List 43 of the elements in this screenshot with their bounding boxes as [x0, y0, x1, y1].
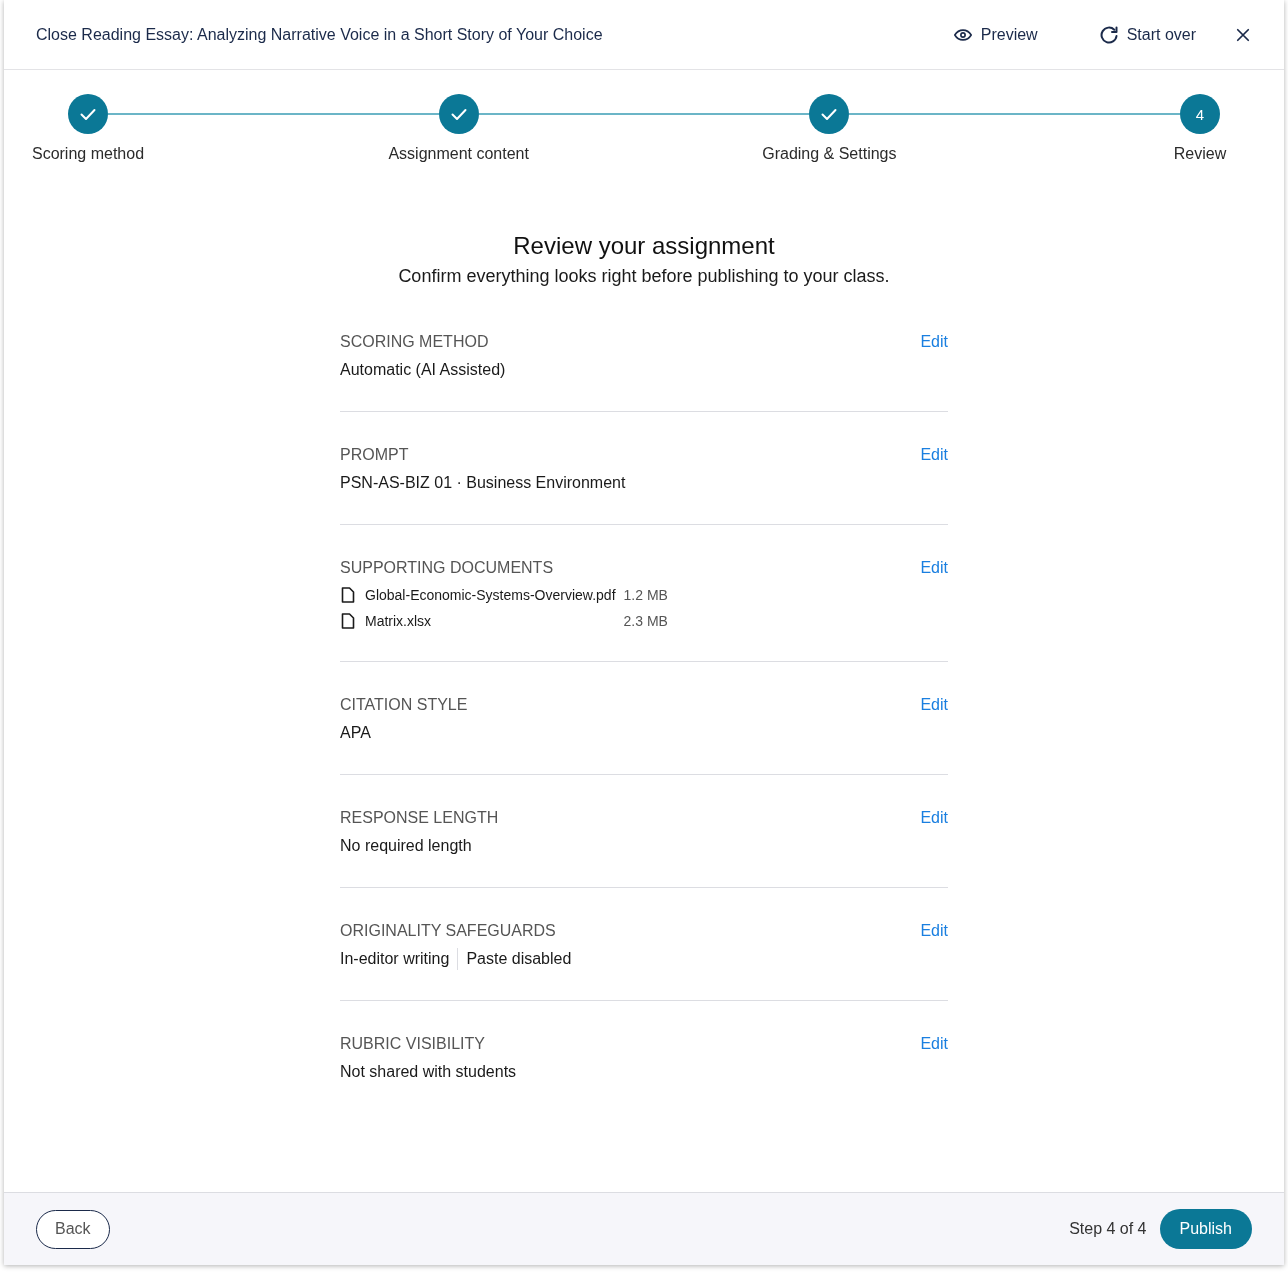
section-heading: CITATION STYLE	[340, 695, 468, 715]
section-heading: ORIGINALITY SAFEGUARDS	[340, 921, 556, 941]
file-size: 2.3 MB	[623, 612, 668, 631]
edit-link[interactable]: Edit	[920, 444, 948, 466]
setting-value: In-editor writing	[340, 949, 450, 969]
document-icon	[341, 613, 355, 629]
section-heading: PROMPT	[340, 445, 409, 465]
step-number: 4	[1180, 94, 1220, 134]
section-value: Automatic (AI Assisted)	[340, 360, 506, 380]
section-heading: SUPPORTING DOCUMENTS	[340, 558, 554, 578]
step-label: Grading & Settings	[762, 144, 897, 164]
section-value: Not shared with students	[340, 1062, 517, 1082]
start-over-button[interactable]: Start over	[1099, 21, 1196, 48]
back-button[interactable]: Back	[36, 1209, 110, 1249]
step-counter: Step 4 of 4	[1069, 1220, 1147, 1238]
review-title: Review your assignment	[512, 231, 776, 261]
review-subtitle: Confirm everything looks right before publishing to your class.	[397, 265, 891, 288]
preview-button[interactable]: Preview	[953, 21, 1038, 48]
step-label: Assignment content	[388, 144, 529, 164]
edit-link[interactable]: Edit	[920, 331, 948, 353]
edit-link[interactable]: Edit	[920, 1033, 948, 1055]
eye-icon	[953, 28, 972, 41]
publish-button[interactable]: Publish	[1159, 1209, 1252, 1249]
section-value: APA	[340, 723, 371, 743]
section-heading: SCORING METHOD	[340, 332, 489, 352]
file-size: 1.2 MB	[623, 586, 668, 605]
edit-link[interactable]: Edit	[920, 807, 948, 829]
close-icon	[1236, 27, 1250, 42]
section-heading: RUBRIC VISIBILITY	[340, 1034, 485, 1054]
document-icon	[341, 587, 355, 603]
edit-link[interactable]: Edit	[920, 557, 948, 579]
assignment-title: Close Reading Essay: Analyzing Narrative Voice in a Short Story of Your Choice	[36, 25, 603, 44]
edit-link[interactable]: Edit	[920, 920, 948, 942]
section-heading: RESPONSE LENGTH	[340, 808, 499, 828]
step-label: Scoring method	[31, 144, 145, 164]
file-name: Global-Economic-Systems-Overview.pdf	[365, 586, 616, 605]
edit-link[interactable]: Edit	[920, 694, 948, 716]
file-name: Matrix.xlsx	[365, 612, 433, 631]
step-label: Review	[1173, 144, 1227, 164]
setting-value: Paste disabled	[466, 949, 572, 969]
section-value: No required length	[340, 836, 472, 856]
refresh-icon	[1099, 25, 1118, 44]
section-value: PSN-AS-BIZ 01 · Business Environment	[340, 473, 626, 493]
